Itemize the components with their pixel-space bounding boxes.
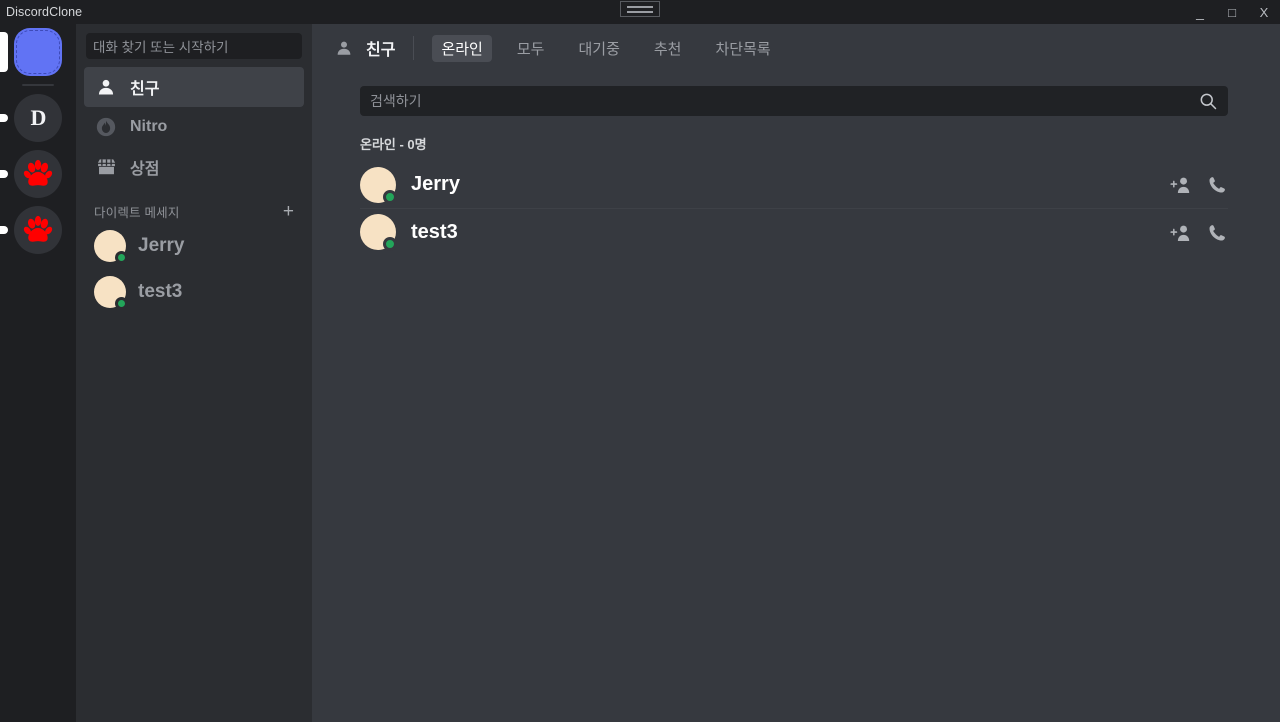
phone-call-icon[interactable] [1206, 174, 1228, 196]
status-online-indicator [383, 237, 397, 251]
rail-item-home[interactable] [0, 24, 76, 80]
sidebar-item-shop[interactable]: 상점 [84, 147, 304, 187]
tab-all[interactable]: 모두 [508, 35, 554, 62]
search-placeholder: 검색하기 [370, 93, 422, 109]
unread-indicator [0, 226, 8, 234]
sidebar-item-label: 친구 [130, 81, 160, 98]
dm-item-label: Jerry [138, 235, 185, 256]
friend-row[interactable]: Jerry [360, 161, 1228, 208]
search-input[interactable]: 검색하기 [360, 86, 1228, 116]
rail-item-server-paw-1[interactable] [0, 146, 76, 202]
server-d-label: D [30, 105, 47, 130]
page-title: 친구 [366, 42, 396, 59]
sidebar-item-nitro[interactable]: Nitro [84, 107, 304, 147]
status-online-indicator [115, 297, 128, 310]
server-rail: D [0, 24, 76, 722]
section-title: 온라인 - 0명 [360, 137, 427, 152]
close-button[interactable]: X [1248, 0, 1280, 24]
tab-suggestions[interactable]: 추천 [645, 35, 691, 62]
server-d[interactable]: D [14, 94, 62, 142]
avatar [360, 214, 397, 251]
avatar [94, 276, 128, 310]
dm-section-header: 다이렉트 메세지 + [76, 199, 312, 223]
shop-icon [94, 155, 118, 179]
friend-row[interactable]: test3 [360, 208, 1228, 255]
channel-sidebar: 대화 찾기 또는 시작하기 친구 Nitro 상점 다이렉트 메세지 + Jer… [76, 24, 312, 722]
dm-search-input[interactable]: 대화 찾기 또는 시작하기 [86, 33, 302, 59]
home-button[interactable] [14, 28, 62, 76]
sidebar-item-friends[interactable]: 친구 [84, 67, 304, 107]
tab-pending[interactable]: 대기중 [569, 35, 628, 62]
selected-indicator [0, 32, 8, 72]
server-paw-2[interactable] [14, 206, 62, 254]
divider [413, 36, 415, 60]
unread-indicator [0, 114, 8, 122]
tab-blocked[interactable]: 차단목록 [706, 35, 779, 62]
sidebar-item-label: Nitro [130, 118, 168, 135]
row-actions [1170, 209, 1228, 256]
avatar [94, 230, 128, 264]
maximize-button[interactable]: □ [1216, 0, 1248, 24]
unread-indicator [0, 170, 8, 178]
add-dm-button[interactable]: + [283, 202, 294, 221]
add-person-icon[interactable] [1170, 174, 1192, 196]
avatar [360, 166, 397, 204]
paw-icon [21, 157, 55, 191]
drag-handle-icon[interactable] [620, 1, 660, 17]
tab-online[interactable]: 온라인 [432, 34, 492, 62]
rail-item-server-d[interactable]: D [0, 90, 76, 146]
title-bar: DiscordClone _ □ X [0, 0, 1280, 24]
person-icon [94, 75, 118, 99]
dm-section-title: 다이렉트 메세지 [94, 205, 180, 220]
window-controls: _ □ X [1184, 0, 1280, 24]
window-title: DiscordClone [6, 5, 83, 19]
minimize-button[interactable]: _ [1184, 0, 1216, 24]
rail-divider [22, 84, 54, 86]
paw-icon [21, 213, 55, 247]
status-online-indicator [383, 189, 397, 204]
search-icon[interactable] [1198, 91, 1218, 111]
dm-item-test3[interactable]: test3 [84, 269, 304, 315]
friend-name: test3 [411, 220, 458, 243]
dm-item-jerry[interactable]: Jerry [84, 223, 304, 269]
sidebar-item-label: 상점 [130, 161, 160, 178]
nitro-flame-icon [94, 115, 118, 139]
dm-item-label: test3 [138, 281, 183, 302]
friends-person-icon [332, 36, 356, 60]
main-panel: 친구 온라인 모두 대기중 추천 차단목록 검색하기 온라인 - 0명 Jerr… [312, 24, 1280, 722]
main-topbar: 친구 온라인 모두 대기중 추천 차단목록 [312, 24, 1280, 72]
phone-call-icon[interactable] [1206, 222, 1228, 244]
row-actions [1170, 161, 1228, 208]
rail-item-server-paw-2[interactable] [0, 202, 76, 258]
friend-list: Jerry test3 [360, 161, 1228, 255]
status-online-indicator [115, 251, 128, 264]
friend-search: 검색하기 [360, 86, 1228, 116]
server-paw-1[interactable] [14, 150, 62, 198]
dm-search-placeholder: 대화 찾기 또는 시작하기 [93, 40, 229, 55]
add-person-icon[interactable] [1170, 222, 1192, 244]
sidebar-nav: 친구 Nitro 상점 [76, 67, 312, 187]
friend-name: Jerry [411, 173, 460, 195]
